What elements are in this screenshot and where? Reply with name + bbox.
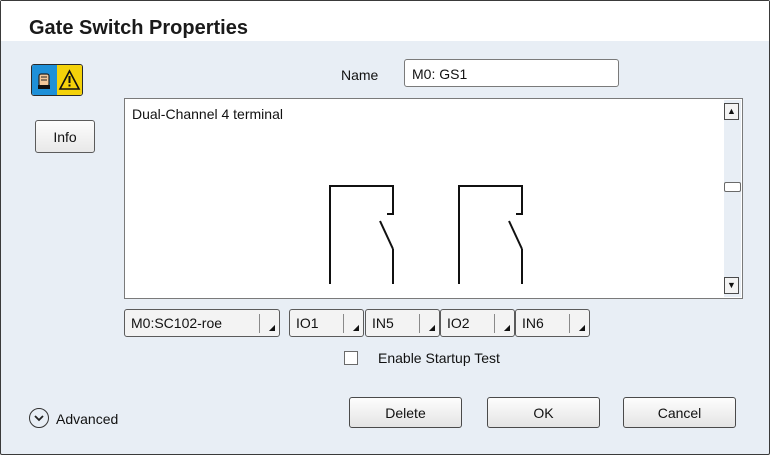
safety-mode-toggle[interactable] bbox=[31, 64, 83, 96]
hand-icon bbox=[32, 65, 57, 95]
module-select-value: M0:SC102-roe bbox=[131, 315, 223, 331]
dropdown-arrow-icon: ◢ bbox=[419, 314, 436, 333]
dialog-title: Gate Switch Properties bbox=[29, 17, 248, 39]
terminal-select-4-value: IN6 bbox=[522, 315, 544, 331]
ok-button[interactable]: OK bbox=[487, 397, 600, 428]
enable-startup-test-checkbox[interactable] bbox=[344, 351, 358, 365]
delete-button[interactable]: Delete bbox=[349, 397, 462, 428]
terminal-select-1[interactable]: IO1 ◢ bbox=[289, 309, 364, 337]
terminal-select-2-value: IN5 bbox=[372, 315, 394, 331]
dropdown-arrow-icon: ◢ bbox=[343, 314, 360, 333]
enable-startup-test-label[interactable]: Enable Startup Test bbox=[378, 350, 500, 366]
dropdown-arrow-icon: ◢ bbox=[494, 314, 511, 333]
dropdown-arrow-icon: ◢ bbox=[569, 314, 586, 333]
scroll-down-button[interactable]: ▼ bbox=[724, 277, 739, 294]
name-input[interactable]: M0: GS1 bbox=[404, 59, 619, 87]
advanced-toggle-label[interactable]: Advanced bbox=[56, 411, 118, 427]
warning-triangle-icon bbox=[57, 65, 82, 95]
chevron-down-icon[interactable] bbox=[29, 408, 49, 428]
gate-switch-properties-dialog: Gate Switch Properties Info Name M0: GS1… bbox=[0, 0, 770, 455]
scroll-up-button[interactable]: ▲ bbox=[724, 103, 739, 120]
title-bar: Gate Switch Properties bbox=[1, 1, 769, 41]
terminal-select-1-value: IO1 bbox=[296, 315, 319, 331]
dual-channel-switch-diagram bbox=[329, 185, 523, 284]
description-scrollbar[interactable]: ▲ ▼ bbox=[724, 100, 741, 297]
info-button[interactable]: Info bbox=[35, 120, 95, 153]
module-select[interactable]: M0:SC102-roe ◢ bbox=[124, 309, 280, 337]
dropdown-arrow-icon: ◢ bbox=[259, 314, 276, 333]
scroll-thumb[interactable] bbox=[724, 182, 741, 192]
name-label: Name bbox=[341, 67, 379, 83]
terminal-select-3[interactable]: IO2 ◢ bbox=[440, 309, 515, 337]
cancel-button[interactable]: Cancel bbox=[623, 397, 736, 428]
terminal-select-4[interactable]: IN6 ◢ bbox=[515, 309, 590, 337]
terminal-select-3-value: IO2 bbox=[447, 315, 470, 331]
terminal-select-2[interactable]: IN5 ◢ bbox=[365, 309, 440, 337]
description-panel[interactable]: Dual-Channel 4 terminal ▲ ▼ bbox=[124, 98, 743, 299]
